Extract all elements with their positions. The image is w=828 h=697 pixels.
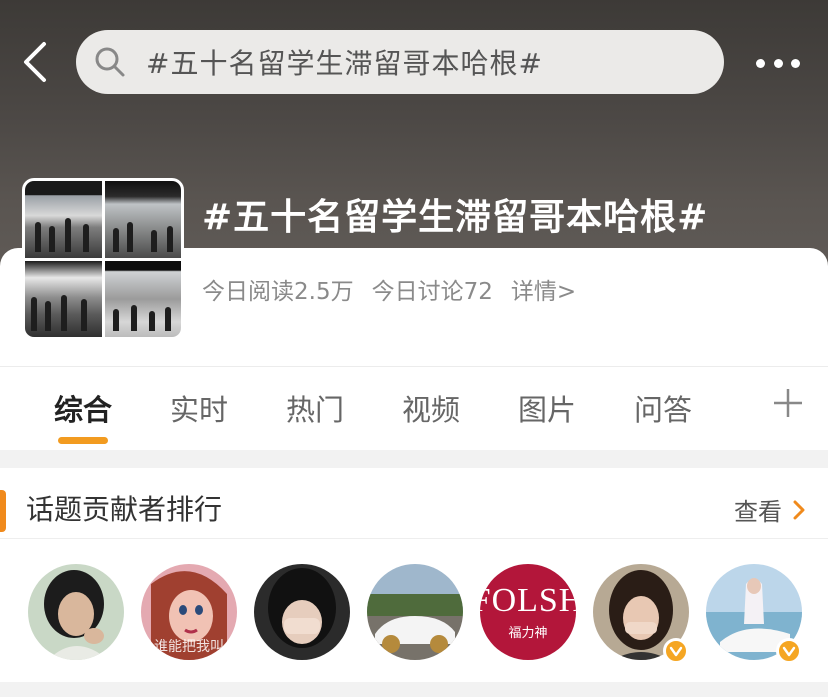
topic-title: #五十名留学生滞留哥本哈根# [202,197,709,238]
tab-qa[interactable]: 问答 [634,387,692,429]
chevron-left-icon [24,42,46,82]
more-dots-icon [773,58,783,68]
contributor-avatar[interactable]: FOLSH 福力神 [480,564,576,660]
tab-comprehensive[interactable]: 综合 [54,387,112,429]
discussions-today: 今日讨论72 [371,279,493,305]
details-link[interactable]: 详情> [511,272,576,306]
section-divider [0,538,828,539]
tab-realtime[interactable]: 实时 [170,387,228,429]
cover-photo-airport-2 [104,181,181,258]
cover-photo-airport-4 [104,260,181,337]
add-tab-icon[interactable] [770,385,806,421]
verified-badge [663,638,689,664]
search-bar[interactable]: #五十名留学生滞留哥本哈根# [76,30,724,94]
tab-video[interactable]: 视频 [402,387,460,429]
contributor-avatar[interactable]: 谁能把我叫 [141,564,237,660]
topic-cover-image[interactable] [22,178,184,340]
avatar-caption: 谁能把我叫 [154,639,224,655]
brand-logo-subtext: 福力神 [508,625,548,641]
tab-hot[interactable]: 热门 [286,387,344,429]
contributor-avatar[interactable] [367,564,463,660]
view-ranking-button[interactable]: 查看 [734,492,806,527]
topic-tab-bar: 综合 实时 热门 视频 图片 问答 [0,366,828,450]
cover-photo-airport-1 [25,181,102,258]
section-marker [0,490,6,532]
contributor-avatar[interactable] [254,564,350,660]
more-dots-icon [756,58,765,68]
brand-logo-text: FOLSH [480,581,576,619]
topic-stats: 今日阅读2.5万 今日讨论72 详情> [202,272,576,306]
search-icon [95,47,125,77]
contributor-ranking-section: 话题贡献者排行 查看 谁能把我叫 FOLSH 福力神 [0,468,828,682]
more-options-button[interactable] [756,56,800,70]
tab-images[interactable]: 图片 [518,387,576,429]
section-title: 话题贡献者排行 [26,493,223,526]
chevron-right-icon [793,500,805,519]
verified-badge [776,638,802,664]
back-button[interactable] [16,38,60,86]
active-tab-indicator [58,437,108,444]
search-query: #五十名留学生滞留哥本哈根# [146,47,543,80]
view-label: 查看 [734,498,782,526]
reads-today: 今日阅读2.5万 [202,279,354,305]
cover-photo-airport-3 [25,260,102,337]
more-dots-icon [791,58,800,68]
contributor-avatar[interactable] [28,564,124,660]
